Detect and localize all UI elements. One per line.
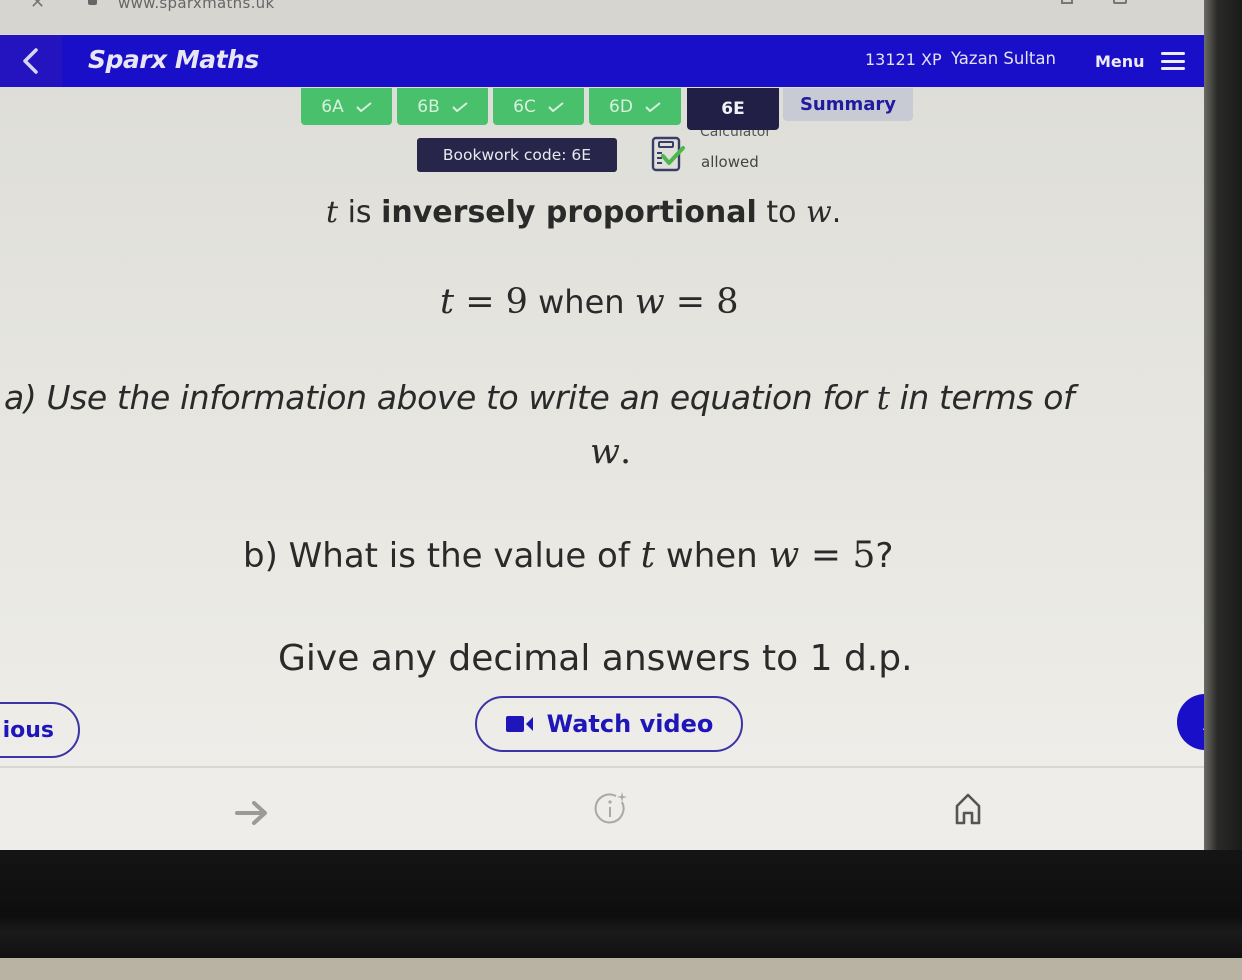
tab-label: 6E (721, 99, 745, 119)
hamburger-icon (1160, 52, 1185, 70)
tab-6c[interactable]: 6C (493, 88, 584, 125)
check-icon (548, 101, 564, 112)
bookmark-icon[interactable] (1061, 0, 1073, 4)
question-part-a-continuation: w. (590, 432, 632, 472)
question-part-b: b) What is the value of t when w = 5? (243, 535, 894, 576)
calculator-label: Calculator (700, 130, 772, 140)
bookwork-code-badge: Bookwork code: 6E (417, 138, 617, 172)
device-bezel-bottom (0, 850, 1242, 960)
app-header: Sparx Maths 13121 XP Yazan Sultan Menu (0, 35, 1210, 87)
check-icon (356, 101, 372, 112)
tabs-icon[interactable] (1113, 0, 1127, 4)
browser-bottom-nav (0, 768, 1242, 850)
close-tab-icon[interactable]: ✕ (30, 0, 45, 13)
background-surface (0, 958, 1242, 980)
previous-label: ious (2, 717, 54, 743)
back-button[interactable] (0, 35, 62, 87)
watch-video-label: Watch video (546, 710, 714, 738)
calculator-allowed-label: allowed (701, 153, 759, 171)
tab-6d[interactable]: 6D (589, 88, 681, 125)
tab-label: 6A (321, 96, 344, 117)
chevron-left-icon (23, 48, 38, 74)
question-intro: t is inversely proportional to w. (326, 195, 842, 230)
home-icon[interactable] (952, 792, 984, 826)
tab-6b[interactable]: 6B (397, 88, 488, 125)
check-icon (645, 101, 661, 112)
tab-label: 6D (609, 96, 633, 117)
screen: ✕ www.sparxmaths.uk Sparx Maths 13121 XP… (0, 0, 1242, 980)
tab-label: 6C (513, 96, 536, 117)
video-camera-icon (505, 716, 533, 732)
menu-label: Menu (1095, 51, 1145, 71)
previous-button[interactable]: ious (0, 702, 80, 758)
tab-label: Summary (799, 94, 897, 115)
tab-6e[interactable]: 6E (687, 88, 779, 130)
calculator-allowed-icon (650, 134, 690, 178)
brand-logo[interactable]: Sparx Maths (88, 45, 259, 74)
rounding-instruction: Give any decimal answers to 1 d.p. (278, 638, 913, 679)
question-given: t = 9 when w = 8 (440, 282, 739, 322)
browser-toolbar: ✕ www.sparxmaths.uk (0, 0, 1210, 34)
device-bezel-right (1204, 0, 1242, 850)
tab-summary[interactable]: Summary (783, 88, 913, 121)
forward-arrow-icon[interactable] (234, 800, 270, 826)
user-name[interactable]: Yazan Sultan (951, 49, 1056, 68)
question-part-a: a) Use the information above to write an… (4, 378, 1075, 417)
watch-video-button[interactable]: Watch video (475, 696, 743, 752)
tab-6a[interactable]: 6A (301, 88, 392, 125)
address-bar-url[interactable]: www.sparxmaths.uk (118, 0, 274, 12)
menu-button[interactable]: Menu (1095, 46, 1185, 76)
check-icon (452, 101, 468, 112)
xp-counter: 13121 XP (865, 50, 942, 69)
tab-label: 6B (417, 96, 440, 117)
info-sparkle-icon[interactable] (592, 790, 630, 828)
lock-icon (88, 0, 97, 5)
